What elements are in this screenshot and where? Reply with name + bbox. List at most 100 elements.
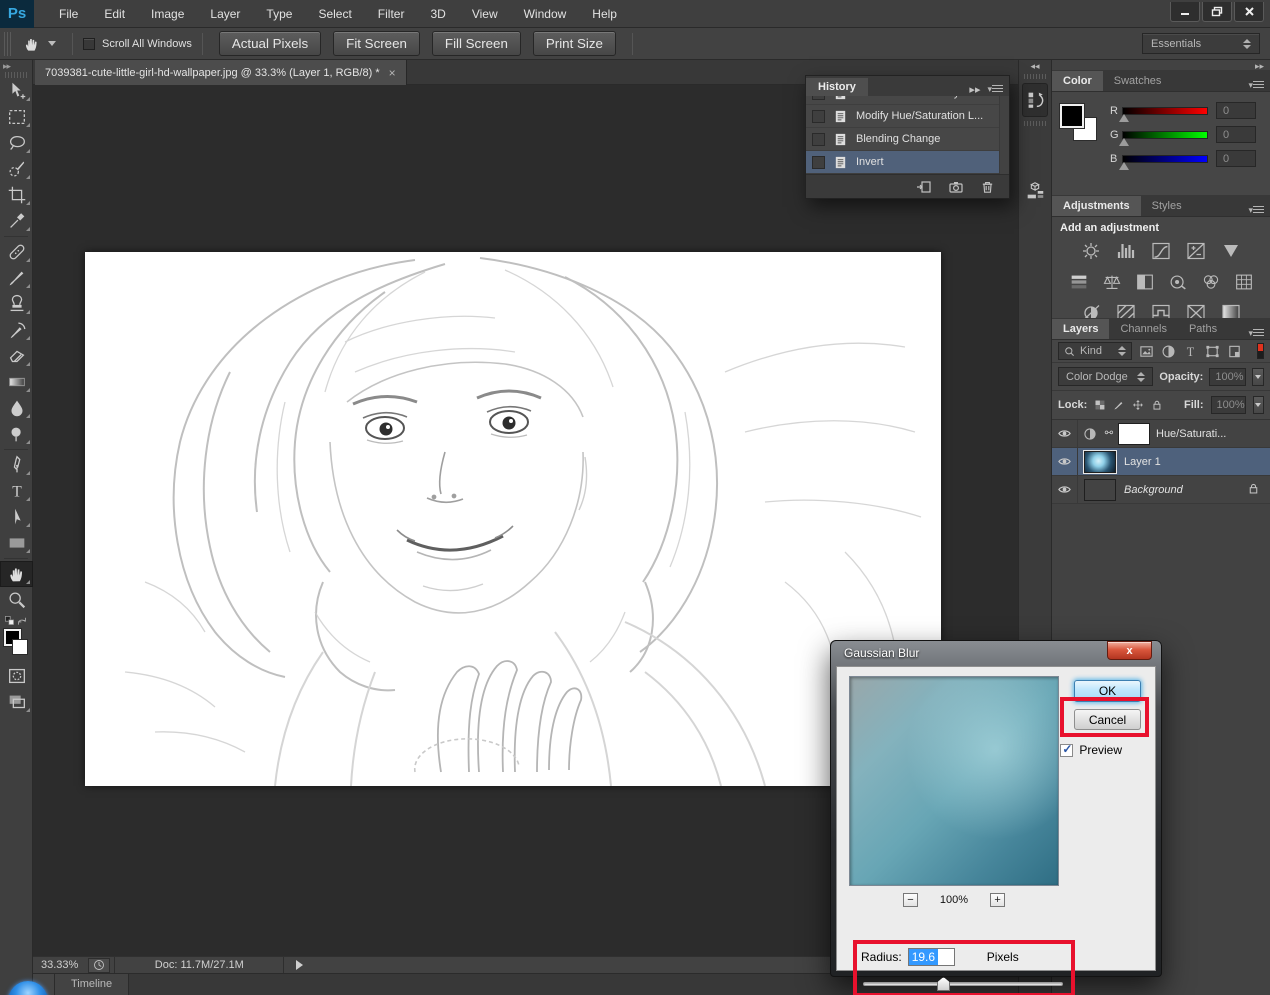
rectangle-tool[interactable] [0, 530, 33, 556]
print-size-button[interactable]: Print Size [533, 31, 616, 56]
fill-screen-button[interactable]: Fill Screen [432, 31, 521, 56]
tab-swatches[interactable]: Swatches [1103, 71, 1173, 91]
curves-icon[interactable] [1149, 241, 1173, 261]
lock-transparency-icon[interactable] [1094, 398, 1106, 412]
lasso-tool[interactable] [0, 130, 33, 156]
timeline-tab[interactable]: Timeline [55, 974, 129, 995]
restore-button[interactable] [1202, 2, 1232, 22]
foreground-swatch[interactable] [1060, 104, 1084, 128]
menu-filter[interactable]: Filter [365, 1, 418, 27]
layer-mask-thumbnail[interactable] [1118, 423, 1150, 445]
fill-value[interactable]: 100% [1211, 396, 1246, 414]
adjustments-panel-menu-icon[interactable]: ▾ [1248, 200, 1270, 216]
new-document-from-state-icon[interactable] [916, 179, 932, 195]
tab-channels[interactable]: Channels [1109, 319, 1177, 339]
history-source-checkbox[interactable] [812, 156, 825, 169]
layer-thumbnail[interactable] [1084, 479, 1116, 501]
layer-row-layer1[interactable]: Layer 1 [1052, 448, 1270, 476]
clone-stamp-tool[interactable] [0, 291, 33, 317]
history-item[interactable]: Modify Hue/Saturation L... [806, 105, 1009, 128]
layer-name[interactable]: Layer 1 [1124, 456, 1161, 468]
history-scrollbar[interactable] [999, 96, 1009, 174]
brush-tool[interactable] [0, 265, 33, 291]
zoom-out-button[interactable]: − [903, 893, 918, 907]
filter-image-icon[interactable] [1139, 344, 1154, 359]
tab-paths[interactable]: Paths [1178, 319, 1228, 339]
minimize-button[interactable] [1170, 2, 1200, 22]
menu-type[interactable]: Type [253, 1, 305, 27]
layers-panel-menu-icon[interactable]: ▾ [1248, 323, 1270, 339]
quick-selection-tool[interactable] [0, 156, 33, 182]
eyedropper-tool[interactable] [0, 208, 33, 234]
red-value[interactable]: 0 [1216, 102, 1256, 119]
filter-type-icon[interactable] [1183, 344, 1198, 359]
red-slider[interactable] [1122, 107, 1208, 115]
spot-healing-brush-tool[interactable] [0, 239, 33, 265]
visibility-toggle[interactable] [1052, 476, 1078, 503]
tab-layers[interactable]: Layers [1052, 319, 1109, 339]
pen-tool[interactable] [0, 452, 33, 478]
levels-icon[interactable] [1114, 241, 1138, 261]
dock-collapse-icon[interactable]: ◂◂ [1019, 60, 1051, 72]
menu-view[interactable]: View [459, 1, 511, 27]
workspace-switcher[interactable]: Essentials [1142, 33, 1260, 54]
delete-state-icon[interactable] [980, 179, 995, 194]
green-slider[interactable] [1122, 131, 1208, 139]
layer-name[interactable]: Hue/Saturati... [1156, 428, 1226, 440]
menu-select[interactable]: Select [305, 1, 364, 27]
swap-colors-icon[interactable] [16, 615, 28, 626]
hue-saturation-icon[interactable] [1068, 272, 1090, 292]
menu-edit[interactable]: Edit [91, 1, 138, 27]
tab-adjustments[interactable]: Adjustments [1052, 196, 1141, 216]
status-options-arrow-icon[interactable] [296, 960, 303, 970]
layer-row-background[interactable]: Background [1052, 476, 1270, 504]
menu-file[interactable]: File [46, 1, 91, 27]
history-collapse-icon[interactable]: ▸▸ [969, 83, 980, 96]
layer-filter-kind-dropdown[interactable]: Kind [1058, 342, 1132, 360]
menu-window[interactable]: Window [511, 1, 580, 27]
fill-dropdown-icon[interactable] [1253, 396, 1264, 414]
document-close-icon[interactable]: × [389, 66, 396, 80]
rectangular-marquee-tool[interactable] [0, 104, 33, 130]
color-lookup-icon[interactable] [1233, 272, 1255, 292]
history-tab[interactable]: History [806, 78, 868, 96]
filter-smart-object-icon[interactable] [1227, 344, 1242, 359]
move-tool[interactable] [0, 78, 33, 104]
history-source-checkbox[interactable] [812, 110, 825, 123]
visibility-toggle[interactable] [1052, 448, 1078, 475]
layer-mask-link-icon[interactable]: ⚯ [1102, 428, 1116, 439]
dialog-close-button[interactable]: x [1107, 641, 1152, 660]
dock-grip[interactable] [1024, 74, 1046, 79]
history-menu-icon[interactable]: ▾ [987, 84, 1003, 95]
history-brush-tool[interactable] [0, 317, 33, 343]
options-bar-grip[interactable] [4, 32, 11, 56]
history-item[interactable]: Hue/Saturation 1 Layer [806, 96, 1009, 105]
dock-grip[interactable] [1024, 121, 1046, 126]
opacity-dropdown-icon[interactable] [1252, 368, 1264, 386]
tab-styles[interactable]: Styles [1141, 196, 1193, 216]
visibility-toggle[interactable] [1052, 420, 1078, 447]
tool-preset-arrow-icon[interactable] [48, 41, 56, 46]
menu-help[interactable]: Help [579, 1, 630, 27]
eraser-tool[interactable] [0, 343, 33, 369]
layer-name[interactable]: Background [1124, 484, 1183, 496]
document-size-info[interactable]: Doc: 11.7M/27.1M [114, 957, 284, 974]
filter-adjustment-icon[interactable] [1161, 344, 1176, 359]
crop-tool[interactable] [0, 182, 33, 208]
history-panel-icon[interactable] [1022, 83, 1048, 117]
history-item[interactable]: Blending Change [806, 128, 1009, 151]
tab-color[interactable]: Color [1052, 71, 1103, 91]
color-panel-menu-icon[interactable]: ▾ [1248, 75, 1270, 91]
path-selection-tool[interactable] [0, 504, 33, 530]
dodge-tool[interactable] [0, 421, 33, 447]
hand-tool-options-icon[interactable] [15, 34, 62, 54]
green-value[interactable]: 0 [1216, 126, 1256, 143]
close-button[interactable] [1234, 2, 1264, 22]
layer-thumbnail[interactable] [1084, 451, 1116, 473]
screen-mode-button[interactable] [0, 689, 33, 715]
canvas-image-sketch[interactable] [85, 252, 941, 786]
fit-screen-button[interactable]: Fit Screen [333, 31, 420, 56]
blur-preview-image[interactable] [849, 676, 1059, 886]
zoom-level[interactable]: 33.33% [33, 959, 88, 971]
brightness-contrast-icon[interactable] [1079, 241, 1103, 261]
